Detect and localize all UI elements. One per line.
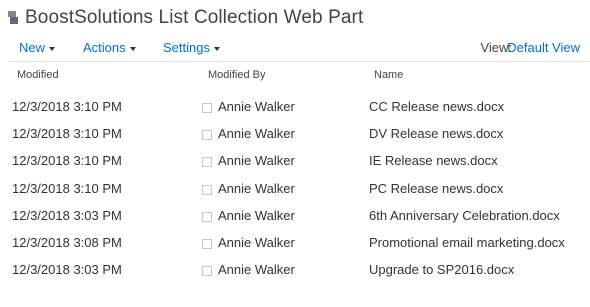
modified-by-cell[interactable]: Annie Walker [218,99,295,114]
document-name-link[interactable]: 6th Anniversary Celebration.docx [369,208,560,223]
column-header-modified[interactable]: Modified [17,69,59,81]
new-menu[interactable]: New [19,40,56,55]
toolbar: New Actions Settings View: Default View [0,38,590,60]
table-row[interactable]: 12/3/2018 3:10 PM Annie Walker IE Releas… [0,150,590,172]
presence-icon [202,157,212,167]
view-selector[interactable]: Default View [507,40,580,55]
table-row[interactable]: 12/3/2018 3:10 PM Annie Walker PC Releas… [0,178,590,200]
settings-menu[interactable]: Settings [163,40,220,55]
document-name-link[interactable]: DV Release news.docx [369,126,503,141]
modified-by-cell[interactable]: Annie Walker [218,235,295,250]
modified-by-cell[interactable]: Annie Walker [218,262,295,277]
table-row[interactable]: 12/3/2018 3:10 PM Annie Walker CC Releas… [0,96,590,118]
column-header-modified-by[interactable]: Modified By [208,69,265,81]
chevron-down-icon [129,46,136,51]
modified-by-cell[interactable]: Annie Walker [218,181,295,196]
table-row[interactable]: 12/3/2018 3:10 PM Annie Walker DV Releas… [0,123,590,145]
document-library-icon [8,11,18,25]
chevron-down-icon [213,46,220,51]
presence-icon [202,103,212,113]
webpart-header: BoostSolutions List Collection Web Part [8,4,363,32]
modified-cell: 12/3/2018 3:03 PM [12,262,122,277]
modified-cell: 12/3/2018 3:10 PM [12,181,122,196]
header-divider [8,61,590,62]
presence-icon [202,185,212,195]
modified-cell: 12/3/2018 3:08 PM [12,235,122,250]
document-name-link[interactable]: PC Release news.docx [369,181,503,196]
column-header-name[interactable]: Name [374,69,403,81]
modified-by-cell[interactable]: Annie Walker [218,153,295,168]
settings-menu-label: Settings [163,40,210,55]
modified-cell: 12/3/2018 3:10 PM [12,153,122,168]
new-menu-label: New [19,40,46,55]
document-name-link[interactable]: Upgrade to SP2016.docx [369,262,514,277]
modified-cell: 12/3/2018 3:10 PM [12,126,122,141]
presence-icon [202,130,212,140]
table-row[interactable]: 12/3/2018 3:03 PM Annie Walker 6th Anniv… [0,205,590,227]
actions-menu[interactable]: Actions [83,40,136,55]
actions-menu-label: Actions [83,40,126,55]
modified-cell: 12/3/2018 3:03 PM [12,208,122,223]
presence-icon [202,239,212,249]
chevron-down-icon [49,46,56,51]
table-row[interactable]: 12/3/2018 3:08 PM Annie Walker Promotion… [0,232,590,254]
modified-by-cell[interactable]: Annie Walker [218,126,295,141]
presence-icon [202,212,212,222]
document-name-link[interactable]: IE Release news.docx [369,153,498,168]
modified-by-cell[interactable]: Annie Walker [218,208,295,223]
document-name-link[interactable]: CC Release news.docx [369,99,504,114]
modified-cell: 12/3/2018 3:10 PM [12,99,122,114]
presence-icon [202,266,212,276]
table-row[interactable]: 12/3/2018 3:03 PM Annie Walker Upgrade t… [0,259,590,281]
document-name-link[interactable]: Promotional email marketing.docx [369,235,565,250]
webpart-title: BoostSolutions List Collection Web Part [25,7,364,28]
